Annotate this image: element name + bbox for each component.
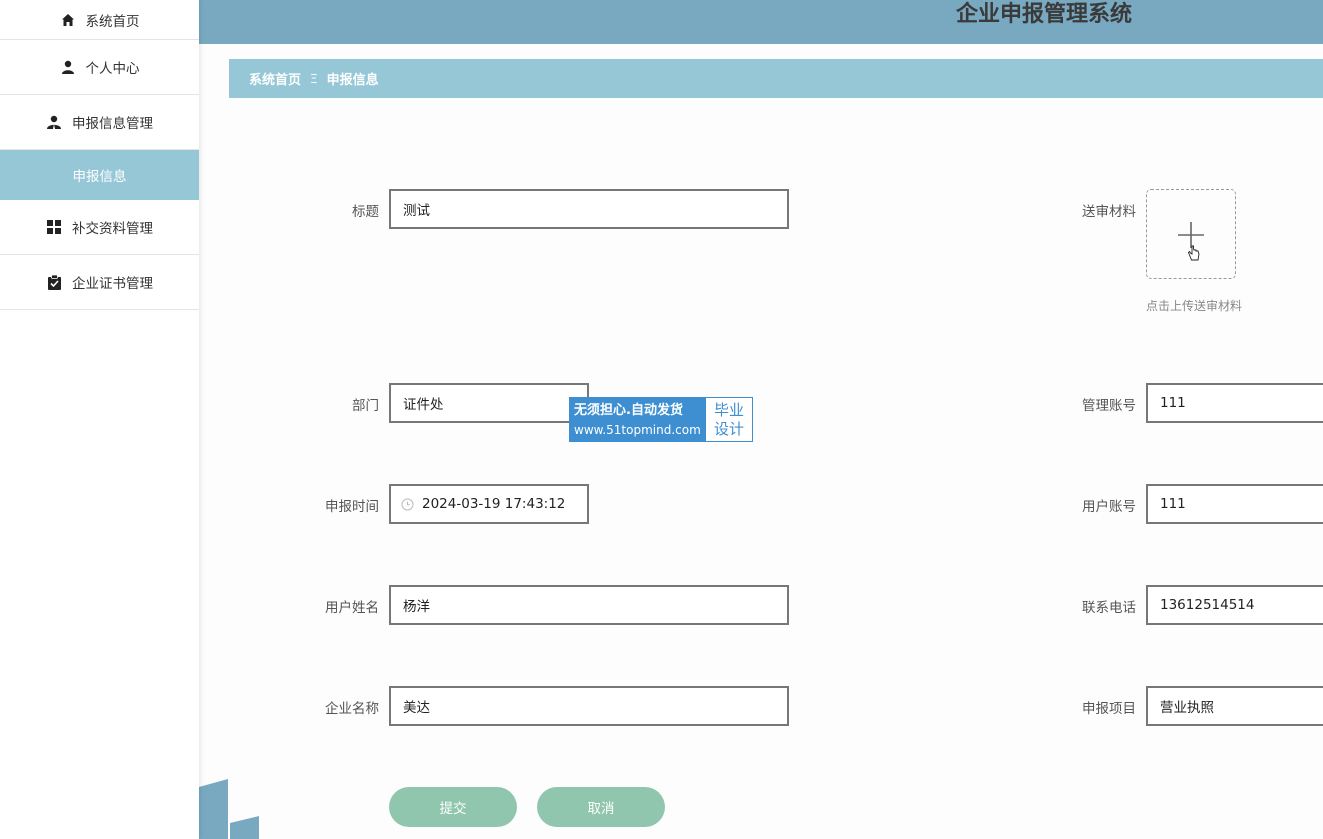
upload-hint: 点击上传送审材料 — [1146, 299, 1243, 313]
sidebar: 系统首页 个人中心 申报信息管理 申报信息 补交资料管理 企业证书管理 — [0, 0, 199, 839]
sidebar-subitem-report-info[interactable]: 申报信息 — [0, 150, 199, 200]
sidebar-item-label: 补交资料管理 — [72, 221, 153, 237]
user-account-input[interactable] — [1160, 496, 1323, 512]
phone-input[interactable] — [1160, 597, 1323, 613]
project-input[interactable] — [1160, 698, 1323, 714]
material-upload-button[interactable] — [1146, 189, 1236, 279]
company-input[interactable] — [403, 698, 787, 714]
grid-icon — [46, 219, 62, 235]
user-group-icon — [46, 114, 62, 130]
watermark-badge: 无须担心.自动发货 www.51topmind.com 毕业 设计 — [569, 397, 753, 442]
sidebar-item-label: 申报信息管理 — [72, 116, 153, 132]
user-name-label: 用户姓名 — [325, 600, 379, 616]
admin-account-input[interactable] — [1160, 395, 1323, 411]
department-select[interactable]: 证件处 — [389, 383, 589, 423]
phone-label: 联系电话 — [1082, 600, 1136, 616]
cancel-button[interactable]: 取消 — [537, 787, 665, 827]
admin-account-field[interactable] — [1146, 383, 1323, 423]
user-name-field[interactable] — [389, 585, 789, 625]
breadcrumb-home[interactable]: 系统首页 — [249, 69, 301, 88]
report-time-picker[interactable]: 2024-03-19 17:43:12 — [389, 484, 589, 524]
breadcrumb-current: 申报信息 — [326, 73, 379, 88]
user-account-label: 用户账号 — [1082, 499, 1136, 515]
submit-button[interactable]: 提交 — [389, 787, 517, 827]
sidebar-item-home[interactable]: 系统首页 — [0, 0, 199, 40]
watermark-tag-line1: 毕业 — [713, 400, 744, 419]
user-name-input[interactable] — [403, 597, 787, 613]
clipboard-check-icon — [46, 274, 62, 290]
company-field[interactable] — [389, 686, 789, 726]
admin-account-label: 管理账号 — [1082, 398, 1136, 414]
user-icon — [60, 59, 76, 75]
title-input[interactable] — [403, 201, 787, 217]
top-header: 企业申报管理系统 — [199, 0, 1323, 44]
plus-icon — [1178, 222, 1204, 261]
department-label: 部门 — [352, 398, 379, 414]
sidebar-item-label: 企业证书管理 — [72, 276, 153, 292]
title-field[interactable] — [389, 189, 789, 229]
watermark-text: 无须担心.自动发货 www.51topmind.com — [570, 398, 706, 441]
company-label: 企业名称 — [325, 701, 379, 717]
sidebar-item-supplement[interactable]: 补交资料管理 — [0, 200, 199, 255]
sidebar-item-label: 个人中心 — [85, 61, 140, 77]
watermark-tag-line2: 设计 — [713, 419, 744, 438]
sidebar-item-profile[interactable]: 个人中心 — [0, 40, 199, 95]
report-time-label: 申报时间 — [325, 499, 379, 515]
home-icon — [60, 12, 76, 28]
title-label: 标题 — [352, 204, 379, 220]
watermark-tag: 毕业 设计 — [706, 398, 752, 441]
breadcrumb-separator: Ξ — [310, 71, 318, 86]
project-field[interactable] — [1146, 686, 1323, 726]
material-label: 送审材料 — [1082, 204, 1136, 220]
clock-icon — [401, 498, 414, 511]
phone-field[interactable] — [1146, 585, 1323, 625]
app-title: 企业申报管理系统 — [956, 2, 1133, 27]
watermark-line1: 无须担心.自动发货 — [574, 402, 683, 418]
user-account-field[interactable] — [1146, 484, 1323, 524]
sidebar-item-label: 系统首页 — [85, 13, 140, 30]
sidebar-item-certificate[interactable]: 企业证书管理 — [0, 255, 199, 310]
report-time-value: 2024-03-19 17:43:12 — [422, 496, 566, 512]
breadcrumb: 系统首页 Ξ 申报信息 — [229, 59, 1323, 98]
project-label: 申报项目 — [1082, 701, 1136, 717]
sidebar-item-report-management[interactable]: 申报信息管理 — [0, 95, 199, 150]
department-value: 证件处 — [403, 397, 444, 413]
watermark-url: www.51topmind.com — [574, 422, 701, 437]
decorative-shape — [199, 779, 259, 839]
sidebar-subitem-label: 申报信息 — [72, 169, 127, 185]
